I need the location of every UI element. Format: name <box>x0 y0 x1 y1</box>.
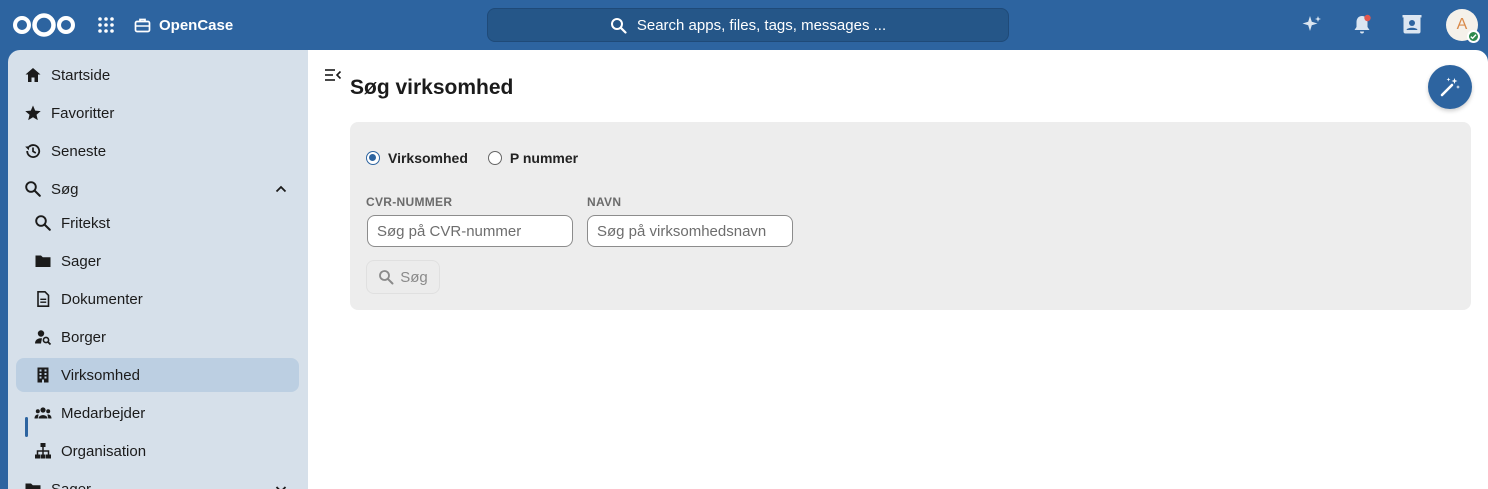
global-search-button[interactable]: Search apps, files, tags, messages ... <box>487 8 1009 42</box>
assistant-sparkle-icon[interactable] <box>1300 13 1324 37</box>
sidebar-item-label: Sager <box>51 480 92 489</box>
sidebar-item-label: Borger <box>61 328 107 346</box>
online-status-badge <box>1467 30 1480 43</box>
search-button-label: Søg <box>400 268 428 286</box>
sidebar-item-label: Medarbejder <box>61 404 146 422</box>
radio-virksomhed[interactable] <box>366 151 380 165</box>
name-field-label: NAVN <box>587 195 622 209</box>
app-grid-icon[interactable] <box>96 15 116 35</box>
user-avatar[interactable]: A <box>1446 9 1480 43</box>
folder-icon <box>35 255 51 267</box>
app-name-link[interactable]: OpenCase <box>134 14 233 36</box>
company-name-input[interactable] <box>587 215 793 247</box>
search-icon <box>25 181 41 197</box>
sidebar-item-virksomhed[interactable]: Virksomhed <box>16 358 299 392</box>
cvr-number-input[interactable] <box>367 215 573 247</box>
sidebar-item-label: Fritekst <box>61 214 111 232</box>
sidebar-item-borger[interactable]: Borger <box>16 320 299 354</box>
main-content: Søg virksomhed Virksomhed P nummer CVR-N… <box>308 50 1488 489</box>
briefcase-icon <box>134 18 151 32</box>
search-submit-button[interactable]: Søg <box>366 260 440 294</box>
sidebar-item-label: Startside <box>51 66 111 84</box>
home-icon <box>25 68 41 82</box>
group-icon <box>34 407 52 419</box>
sidebar-item-fritekst[interactable]: Fritekst <box>16 206 299 240</box>
search-icon <box>610 17 627 34</box>
sidebar-item-dokumenter[interactable]: Dokumenter <box>16 282 299 316</box>
folder-icon <box>25 483 41 489</box>
chevron-up-icon[interactable] <box>273 181 289 197</box>
search-icon <box>35 215 51 231</box>
radio-p-nummer-label[interactable]: P nummer <box>510 150 578 166</box>
sidebar-item-label: Sager <box>61 252 102 270</box>
search-icon <box>379 270 394 285</box>
avatar-initial: A <box>1456 16 1468 33</box>
sidebar-item-label: Virksomhed <box>61 366 140 384</box>
checkmark-icon <box>1470 34 1477 40</box>
magic-wand-button[interactable] <box>1428 65 1472 109</box>
sidebar-item-label: Seneste <box>51 142 107 160</box>
cvr-field-label: CVR-NUMMER <box>366 195 453 209</box>
global-search-placeholder: Search apps, files, tags, messages ... <box>636 16 887 34</box>
document-icon <box>37 291 50 307</box>
radio-p-nummer[interactable] <box>487 151 502 165</box>
org-chart-icon <box>35 443 51 459</box>
radio-virksomhed-label[interactable]: Virksomhed <box>388 150 468 166</box>
app-name-label: OpenCase <box>159 16 234 34</box>
sidebar-item-organisation[interactable]: Organisation <box>16 434 299 468</box>
sidebar-item-favoritter[interactable]: Favoritter <box>16 96 299 130</box>
person-search-icon <box>35 330 52 346</box>
sidebar-item-sager-section[interactable]: Sager <box>16 472 299 489</box>
top-header: OpenCase Search apps, files, tags, messa… <box>0 0 1488 50</box>
sidebar-item-label: Dokumenter <box>61 290 143 308</box>
search-form-panel: Virksomhed P nummer CVR-NUMMER NAVN Søg <box>350 122 1471 310</box>
magic-wand-icon <box>1440 77 1460 97</box>
notifications-bell-icon[interactable] <box>1350 13 1374 37</box>
contacts-icon[interactable] <box>1400 13 1424 37</box>
history-icon <box>25 144 41 158</box>
sidebar-item-sog[interactable]: Søg <box>16 172 299 206</box>
sidebar-item-sager[interactable]: Sager <box>16 244 299 278</box>
search-type-radio-group: Virksomhed P nummer <box>366 150 578 166</box>
nextcloud-logo-icon[interactable] <box>12 12 76 38</box>
sidebar-item-seneste[interactable]: Seneste <box>16 134 299 168</box>
menu-close-icon[interactable] <box>324 66 342 84</box>
building-icon <box>37 367 49 383</box>
star-icon <box>25 105 41 121</box>
sidebar-item-label: Favoritter <box>51 104 115 122</box>
sidebar-item-startside[interactable]: Startside <box>16 58 299 92</box>
app-navigation-sidebar: Startside Favoritter Seneste Søg Friteks… <box>8 50 308 489</box>
sidebar-item-medarbejder[interactable]: Medarbejder <box>16 396 299 430</box>
chevron-down-icon[interactable] <box>273 481 289 489</box>
sidebar-item-label: Organisation <box>61 442 147 460</box>
sidebar-item-label: Søg <box>51 180 79 198</box>
page-title: Søg virksomhed <box>350 76 514 99</box>
